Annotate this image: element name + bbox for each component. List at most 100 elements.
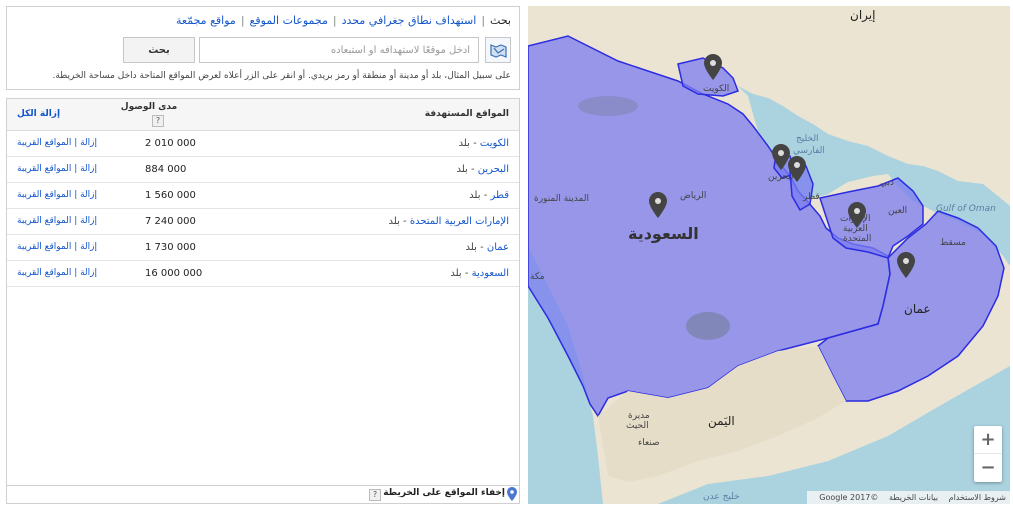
map-label-oman: عمان — [904, 302, 931, 316]
reach-value: 1 730 000 — [145, 242, 196, 253]
table-row: الكويت - بلد 2 010 000 إزالة | المواقع الق… — [7, 131, 519, 157]
map-area-button[interactable] — [485, 37, 511, 63]
terrain-patch — [578, 96, 638, 116]
map-pin-oman-icon[interactable] — [897, 252, 915, 278]
copyright-text: ©2017 Google — [819, 493, 879, 502]
separator: | — [332, 14, 337, 27]
map-attribution: شروط الاستخدام بيانات الخريطة ©2017 Goog… — [807, 491, 1010, 504]
remove-nearby-links[interactable]: إزالة | المواقع القريبة — [17, 138, 97, 148]
map-label-saudi: السعودية — [628, 224, 699, 243]
map-area-icon — [490, 44, 507, 58]
map-label-madinah: المدينة المنورة — [534, 194, 589, 204]
table-row: الإمارات العربية المتحدة - بلد 7 240 000 إ… — [7, 209, 519, 235]
map-label-muscat: مسقط — [940, 238, 966, 248]
table-row: قطر - بلد 1 560 000 إزالة | المواقع القريب… — [7, 183, 519, 209]
tab-bulk-locations[interactable]: مواقع مجمّعة — [176, 14, 236, 27]
location-type: بلد — [456, 164, 468, 175]
reach-value: 884 000 — [145, 164, 187, 175]
location-mode-links: بحث | استهداف نطاق جغرافي محدد | مجموعات الم… — [176, 14, 511, 27]
app-root: بحث | استهداف نطاق جغرافي محدد | مجموعات الم… — [0, 0, 1013, 510]
reach-value: 16 000 000 — [145, 268, 203, 279]
map-label-dubai: دبي — [880, 178, 895, 188]
location-cell: الكويت - بلد — [459, 138, 509, 149]
terms-link[interactable]: شروط الاستخدام — [949, 493, 1006, 502]
type-separator: - — [399, 216, 410, 227]
location-search-box: بحث | استهداف نطاق جغرافي محدد | مجموعات الم… — [6, 6, 520, 90]
location-cell: قطر - بلد — [469, 190, 509, 201]
location-name-link[interactable]: الإمارات العربية المتحدة — [410, 216, 509, 227]
separator: | — [481, 14, 486, 27]
map-label-hodeidah-1: مديرة — [628, 411, 650, 421]
type-separator: - — [461, 268, 472, 279]
column-header-reach: مدى الوصول — [120, 102, 178, 112]
location-name-link[interactable]: عمان — [487, 242, 509, 253]
map-label-kuwait: الكويت — [703, 84, 730, 94]
type-separator: - — [476, 242, 487, 253]
map-pin-icon — [507, 487, 517, 501]
map-label-gulf-of-aden: خليج عدن — [703, 492, 740, 502]
map-label-iran: إيران — [850, 8, 876, 22]
location-name-link[interactable]: قطر — [490, 190, 509, 201]
map-pin-kuwait-icon[interactable] — [704, 54, 722, 80]
separator: | — [240, 14, 245, 27]
tab-radius[interactable]: استهداف نطاق جغرافي محدد — [342, 14, 477, 27]
map-pin-qatar-icon[interactable] — [788, 156, 806, 182]
map-label-sanaa: صنعاء — [638, 438, 660, 448]
reach-value: 7 240 000 — [145, 216, 196, 227]
table-row: عمان - بلد 1 730 000 إزالة | المواقع القري… — [7, 235, 519, 261]
reach-value: 2 010 000 — [145, 138, 196, 149]
table-row: السعودية - بلد 16 000 000 إزالة | المواقع … — [7, 261, 519, 287]
reach-help-icon[interactable]: ? — [152, 115, 164, 127]
location-cell: عمان - بلد — [466, 242, 509, 253]
map-pin-saudi-icon[interactable] — [649, 192, 667, 218]
targeted-locations-table: المواقع المستهدفة مدى الوصول ? إزالة الك… — [6, 98, 520, 486]
remove-nearby-links[interactable]: إزالة | المواقع القريبة — [17, 164, 97, 174]
map-label-makkah: مكة — [530, 272, 545, 282]
map-label-qatar: قطر — [803, 192, 820, 202]
remove-all-link[interactable]: إزالة الكل — [17, 109, 60, 119]
map-data-link[interactable]: بيانات الخريطة — [889, 493, 938, 502]
hide-locations-link[interactable]: إخفاء المواقع على الخريطة — [383, 488, 505, 498]
map-label-uae-3: المتحدة — [843, 234, 872, 244]
zoom-control: + − — [974, 426, 1002, 482]
location-name-link[interactable]: البحرين — [478, 164, 509, 175]
map-pin-uae-icon[interactable] — [848, 202, 866, 228]
tab-location-groups[interactable]: مجموعات الموقع — [250, 14, 328, 27]
remove-nearby-links[interactable]: إزالة | المواقع القريبة — [17, 216, 97, 226]
zoom-in-button[interactable]: + — [974, 426, 1002, 454]
hide-locations-help-icon[interactable]: ? — [369, 489, 381, 501]
remove-nearby-links[interactable]: إزالة | المواقع القريبة — [17, 268, 97, 278]
location-panel: بحث | استهداف نطاق جغرافي محدد | مجموعات الم… — [6, 6, 520, 504]
type-separator: - — [469, 138, 480, 149]
map-label-gulf-of-oman: Gulf of Oman — [936, 204, 996, 214]
column-header-location: المواقع المستهدفة — [424, 109, 509, 119]
map-view[interactable]: إيران الكويت الخليج الفارسي البحرين قطر … — [528, 6, 1010, 504]
table-row: البحرين - بلد 884 000 إزالة | المواقع القر… — [7, 157, 519, 183]
search-hint: على سبيل المثال، بلد أو مدينة أو منطقة أ… — [52, 71, 511, 81]
location-name-link[interactable]: السعودية — [472, 268, 509, 279]
map-label-hodeidah-2: الحيث — [626, 421, 649, 431]
tab-search[interactable]: بحث — [490, 14, 511, 27]
search-button[interactable]: بحث — [123, 37, 195, 63]
remove-nearby-links[interactable]: إزالة | المواقع القريبة — [17, 242, 97, 252]
map-canvas — [528, 6, 1010, 504]
reach-value: 1 560 000 — [145, 190, 196, 201]
type-separator: - — [467, 164, 478, 175]
type-separator: - — [480, 190, 491, 201]
zoom-out-button[interactable]: − — [974, 454, 1002, 482]
map-label-gulf-2: الفارسي — [793, 146, 825, 156]
remove-nearby-links[interactable]: إزالة | المواقع القريبة — [17, 190, 97, 200]
location-search-input[interactable] — [199, 37, 479, 63]
terrain-patch — [686, 312, 730, 340]
location-type: بلد — [458, 138, 470, 149]
location-cell: البحرين - بلد — [456, 164, 509, 175]
location-name-link[interactable]: الكويت — [480, 138, 509, 149]
map-visibility-footer: إخفاء المواقع على الخريطة ? — [6, 486, 520, 504]
map-label-gulf-1: الخليج — [796, 134, 819, 144]
map-label-riyadh: الرياض — [680, 191, 707, 201]
location-type: بلد — [388, 216, 400, 227]
map-label-yemen: اليَمن — [708, 414, 735, 428]
location-cell: الإمارات العربية المتحدة - بلد — [389, 216, 509, 227]
location-cell: السعودية - بلد — [450, 268, 509, 279]
map-label-alain: العين — [888, 206, 908, 216]
